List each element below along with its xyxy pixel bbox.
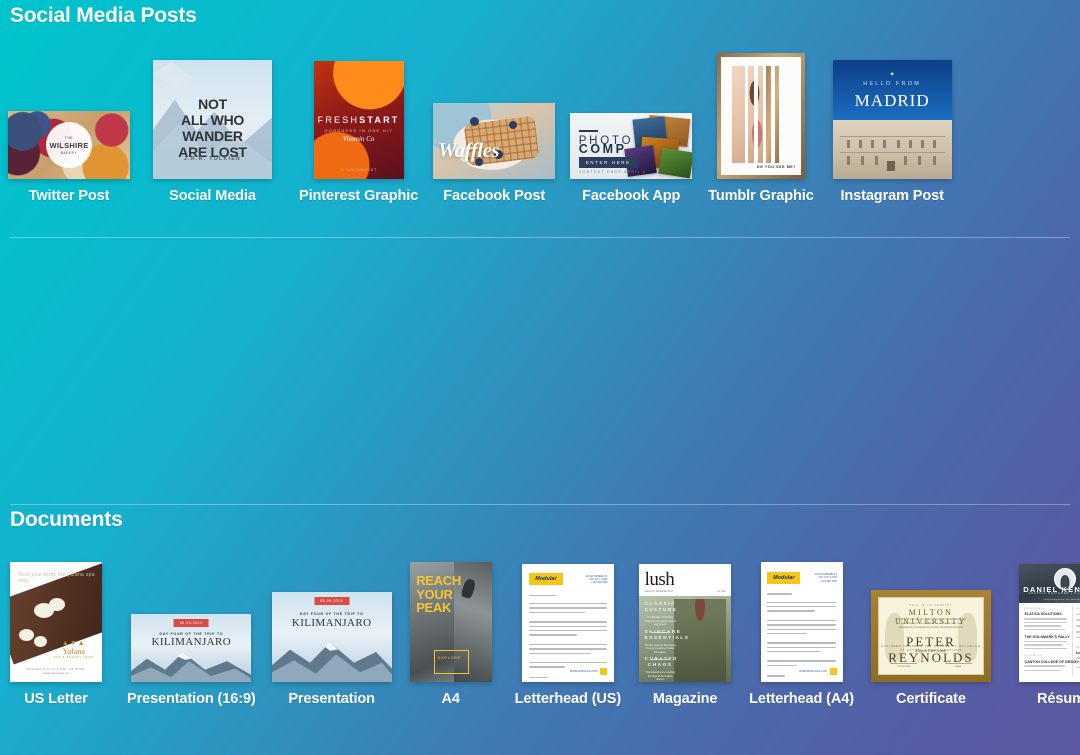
section-blogging-and-ebooks: Blogging & eBooks INTERNATIONAL BES (0, 505, 1080, 755)
thumbnail-facebook-post[interactable]: Waffles (433, 103, 556, 179)
section-title-social-media-posts: Social Media Posts (10, 4, 197, 27)
facebook-app-button: ENTER HERE (578, 157, 638, 169)
template-card-facebook-post[interactable]: Waffles Facebook Post (433, 103, 556, 205)
artwork-facebook-app: PHOTO COMP ENTER HERE CONTEST ENDS APRIL… (570, 113, 693, 179)
instagram-city: MADRID (854, 90, 930, 110)
artwork-instagram-post: ✦ HELLO FROM MADRID (832, 60, 952, 179)
artwork-facebook-post: Waffles (433, 103, 556, 179)
section-social-media-posts: Social Media Posts THE WILSHIRE BAKERY T… (0, 0, 1080, 237)
pinterest-title: FRESHSTART (317, 115, 400, 126)
artwork-tumblr-graphic: DO YOU SEE ME? (716, 53, 805, 179)
tumblr-caption: DO YOU SEE ME? (756, 165, 797, 170)
thumbnail-tumblr-graphic[interactable]: DO YOU SEE ME? (716, 53, 805, 179)
facebook-app-word2: COMP (578, 142, 627, 157)
artwork-social-media: NOT ALL WHO WANDER ARE LOST J.R.R. TOLKI… (153, 60, 272, 179)
pinterest-tagline: GOODNESS IN ONE HIT (324, 128, 393, 134)
template-card-social-media[interactable]: NOT ALL WHO WANDER ARE LOST J.R.R. TOLKI… (153, 60, 272, 205)
instagram-kicker: HELLO FROM (863, 81, 922, 88)
star-icon: ✦ (889, 71, 895, 78)
thumbnail-pinterest-graphic[interactable]: FRESHSTART GOODNESS IN ONE HIT Vitamin C… (313, 61, 404, 179)
thumbnail-twitter-post[interactable]: THE WILSHIRE BAKERY (8, 111, 130, 179)
template-card-twitter-post[interactable]: THE WILSHIRE BAKERY Twitter Post (8, 111, 130, 205)
social-media-attribution: J.R.R. TOLKIEN (183, 156, 241, 163)
template-label-social-media: Social Media (169, 188, 256, 204)
template-card-facebook-app[interactable]: PHOTO COMP ENTER HERE CONTEST ENDS APRIL… (570, 113, 693, 205)
thumbnail-facebook-app[interactable]: PHOTO COMP ENTER HERE CONTEST ENDS APRIL… (570, 113, 693, 179)
facebook-app-footer: CONTEST ENDS APRIL 8 (578, 170, 647, 175)
template-card-instagram-post[interactable]: ✦ HELLO FROM MADRID Instagram Post (832, 60, 952, 205)
template-label-twitter-post: Twitter Post (28, 188, 110, 204)
pinterest-script: Vitamin Co (342, 135, 375, 144)
template-card-tumblr-graphic[interactable]: DO YOU SEE ME? Tumblr Graphic (708, 53, 814, 205)
twitter-brand-top: THE (64, 135, 74, 140)
facebook-post-title: Waffles (438, 137, 500, 162)
social-media-quote: NOT ALL WHO WANDER ARE LOST (178, 95, 247, 160)
twitter-brand-bottom: BAKERY (60, 150, 78, 155)
template-card-pinterest-graphic[interactable]: FRESHSTART GOODNESS IN ONE HIT Vitamin C… (299, 61, 418, 205)
thumbnail-instagram-post[interactable]: ✦ HELLO FROM MADRID (832, 60, 952, 179)
template-row-social: THE WILSHIRE BAKERY Twitter Post NOT ALL… (0, 40, 1080, 205)
template-label-tumblr-graphic: Tumblr Graphic (708, 188, 814, 204)
section-documents: Documents Rest your body the yafana spa … (0, 238, 1080, 707)
twitter-brand: WILSHIRE (49, 140, 89, 150)
template-label-facebook-post: Facebook Post (443, 188, 546, 204)
template-label-instagram-post: Instagram Post (840, 188, 944, 204)
artwork-twitter-post: THE WILSHIRE BAKERY (8, 111, 130, 179)
template-label-pinterest-graphic: Pinterest Graphic (299, 188, 419, 204)
pinterest-footer: VITAMINBOOST (339, 167, 378, 172)
thumbnail-social-media[interactable]: NOT ALL WHO WANDER ARE LOST J.R.R. TOLKI… (153, 60, 272, 179)
artwork-pinterest-graphic: FRESHSTART GOODNESS IN ONE HIT Vitamin C… (313, 61, 404, 179)
template-label-facebook-app: Facebook App (582, 188, 681, 204)
